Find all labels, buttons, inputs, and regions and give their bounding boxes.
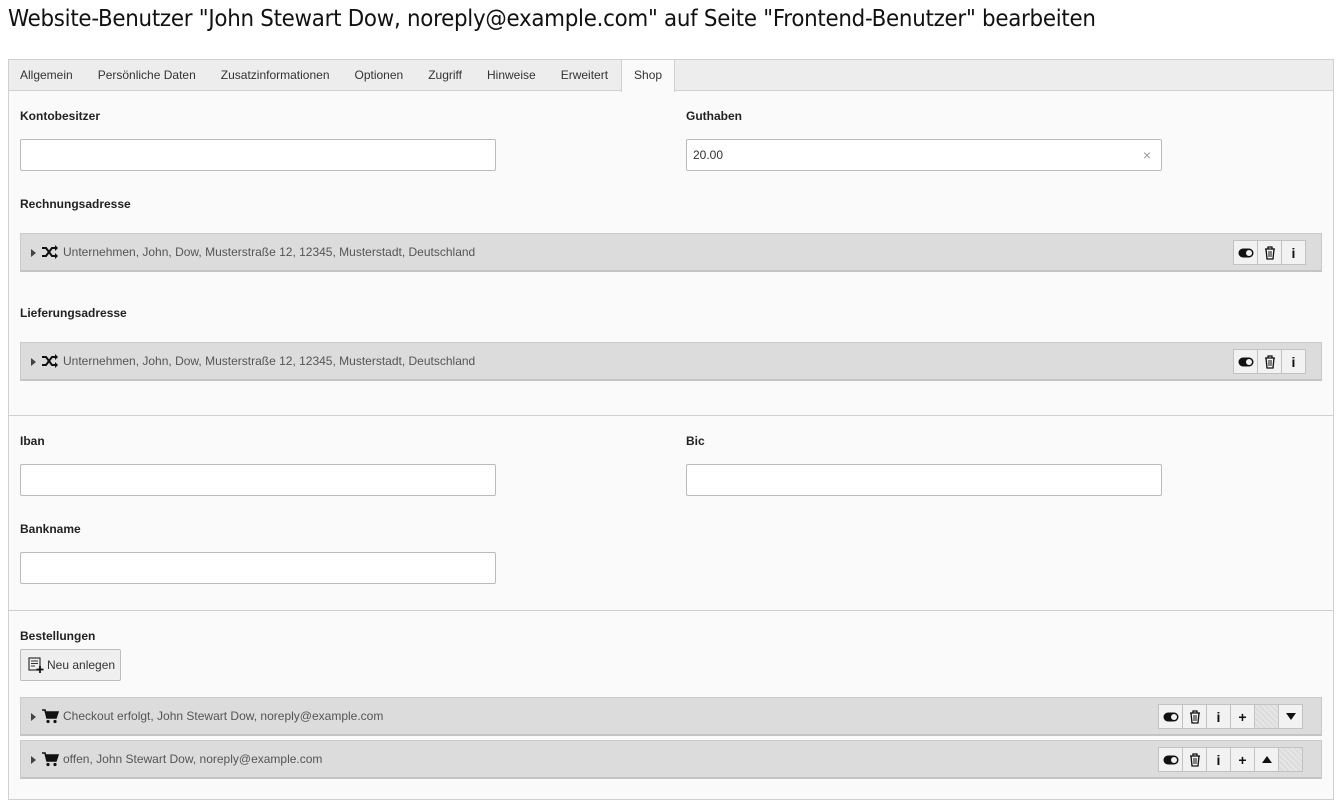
rechnungsadresse-label: Rechnungsadresse (20, 197, 131, 211)
triangle-down-icon (1285, 713, 1296, 720)
shuffle-icon (42, 245, 58, 259)
tab-bar: Allgemein Persönliche Daten Zusatzinform… (8, 59, 1334, 92)
tab-shop[interactable]: Shop (621, 60, 676, 92)
section-divider (9, 610, 1333, 611)
tab-allgemein[interactable]: Allgemein (9, 60, 86, 91)
toggle-visibility-button[interactable] (1158, 704, 1183, 729)
record-controls: i (1233, 240, 1306, 265)
move-up-placeholder (1254, 704, 1279, 729)
tab-zugriff[interactable]: Zugriff (416, 60, 475, 91)
iban-input[interactable] (20, 464, 496, 496)
info-button[interactable]: i (1206, 747, 1231, 772)
delete-button[interactable] (1182, 747, 1207, 772)
toggle-icon (1238, 248, 1253, 257)
record-title: offen, John Stewart Dow, noreply@example… (63, 752, 323, 766)
clear-icon[interactable]: × (1143, 140, 1151, 170)
expand-caret-icon[interactable] (31, 756, 36, 764)
guthaben-label: Guthaben (686, 109, 742, 123)
delete-button[interactable] (1257, 349, 1282, 374)
bic-input[interactable] (686, 464, 1162, 496)
toggle-visibility-button[interactable] (1233, 240, 1258, 265)
move-down-button[interactable] (1278, 704, 1303, 729)
record-title: Unternehmen, John, Dow, Musterstraße 12,… (63, 245, 476, 259)
trash-icon (1264, 354, 1275, 369)
new-record-icon (28, 657, 44, 673)
toggle-visibility-button[interactable] (1158, 747, 1183, 772)
guthaben-input[interactable]: 20.00 × (686, 139, 1162, 171)
trash-icon (1264, 245, 1275, 260)
toggle-icon (1163, 712, 1178, 721)
section-divider (9, 415, 1333, 416)
triangle-up-icon (1261, 756, 1272, 763)
info-button[interactable]: i (1281, 240, 1306, 265)
move-up-button[interactable] (1254, 747, 1279, 772)
page-title: Website-Benutzer "John Stewart Dow, nore… (8, 6, 1096, 32)
expand-caret-icon[interactable] (31, 358, 36, 366)
info-button[interactable]: i (1206, 704, 1231, 729)
kontobesitzer-input[interactable] (20, 139, 496, 171)
cart-icon (42, 709, 59, 724)
record-title: Checkout erfolgt, John Stewart Dow, nore… (63, 709, 384, 723)
bankname-input[interactable] (20, 552, 496, 584)
record-controls: i + (1158, 704, 1303, 729)
order-record[interactable]: Checkout erfolgt, John Stewart Dow, nore… (20, 697, 1322, 736)
record-controls: i (1233, 349, 1306, 374)
tab-persoenliche-daten[interactable]: Persönliche Daten (86, 60, 209, 91)
record-title: Unternehmen, John, Dow, Musterstraße 12,… (63, 354, 476, 368)
order-record[interactable]: offen, John Stewart Dow, noreply@example… (20, 740, 1322, 779)
delete-button[interactable] (1257, 240, 1282, 265)
toggle-visibility-button[interactable] (1233, 349, 1258, 374)
delete-button[interactable] (1182, 704, 1207, 729)
trash-icon (1189, 709, 1200, 724)
iban-label: Iban (20, 434, 45, 448)
bic-label: Bic (686, 434, 705, 448)
toggle-icon (1163, 755, 1178, 764)
bestellungen-label: Bestellungen (20, 629, 96, 643)
tab-zusatzinformationen[interactable]: Zusatzinformationen (209, 60, 343, 91)
shop-panel: Kontobesitzer Guthaben 20.00 × Rechnungs… (8, 90, 1334, 800)
kontobesitzer-label: Kontobesitzer (20, 109, 101, 123)
new-order-button[interactable]: Neu anlegen (20, 649, 121, 681)
tab-hinweise[interactable]: Hinweise (475, 60, 549, 91)
rechnungsadresse-record[interactable]: Unternehmen, John, Dow, Musterstraße 12,… (20, 233, 1322, 272)
guthaben-value: 20.00 (693, 148, 724, 162)
expand-caret-icon[interactable] (31, 713, 36, 721)
lieferungsadresse-label: Lieferungsadresse (20, 306, 127, 320)
add-after-button[interactable]: + (1230, 747, 1255, 772)
cart-icon (42, 752, 59, 767)
tab-erweitert[interactable]: Erweitert (549, 60, 621, 91)
record-controls: i + (1158, 747, 1303, 772)
expand-caret-icon[interactable] (31, 249, 36, 257)
bankname-label: Bankname (20, 522, 81, 536)
tab-optionen[interactable]: Optionen (343, 60, 417, 91)
shuffle-icon (42, 354, 58, 368)
add-after-button[interactable]: + (1230, 704, 1255, 729)
info-button[interactable]: i (1281, 349, 1306, 374)
new-order-label: Neu anlegen (47, 658, 116, 672)
toggle-icon (1238, 357, 1253, 366)
move-down-placeholder (1278, 747, 1303, 772)
trash-icon (1189, 752, 1200, 767)
lieferungsadresse-record[interactable]: Unternehmen, John, Dow, Musterstraße 12,… (20, 342, 1322, 381)
